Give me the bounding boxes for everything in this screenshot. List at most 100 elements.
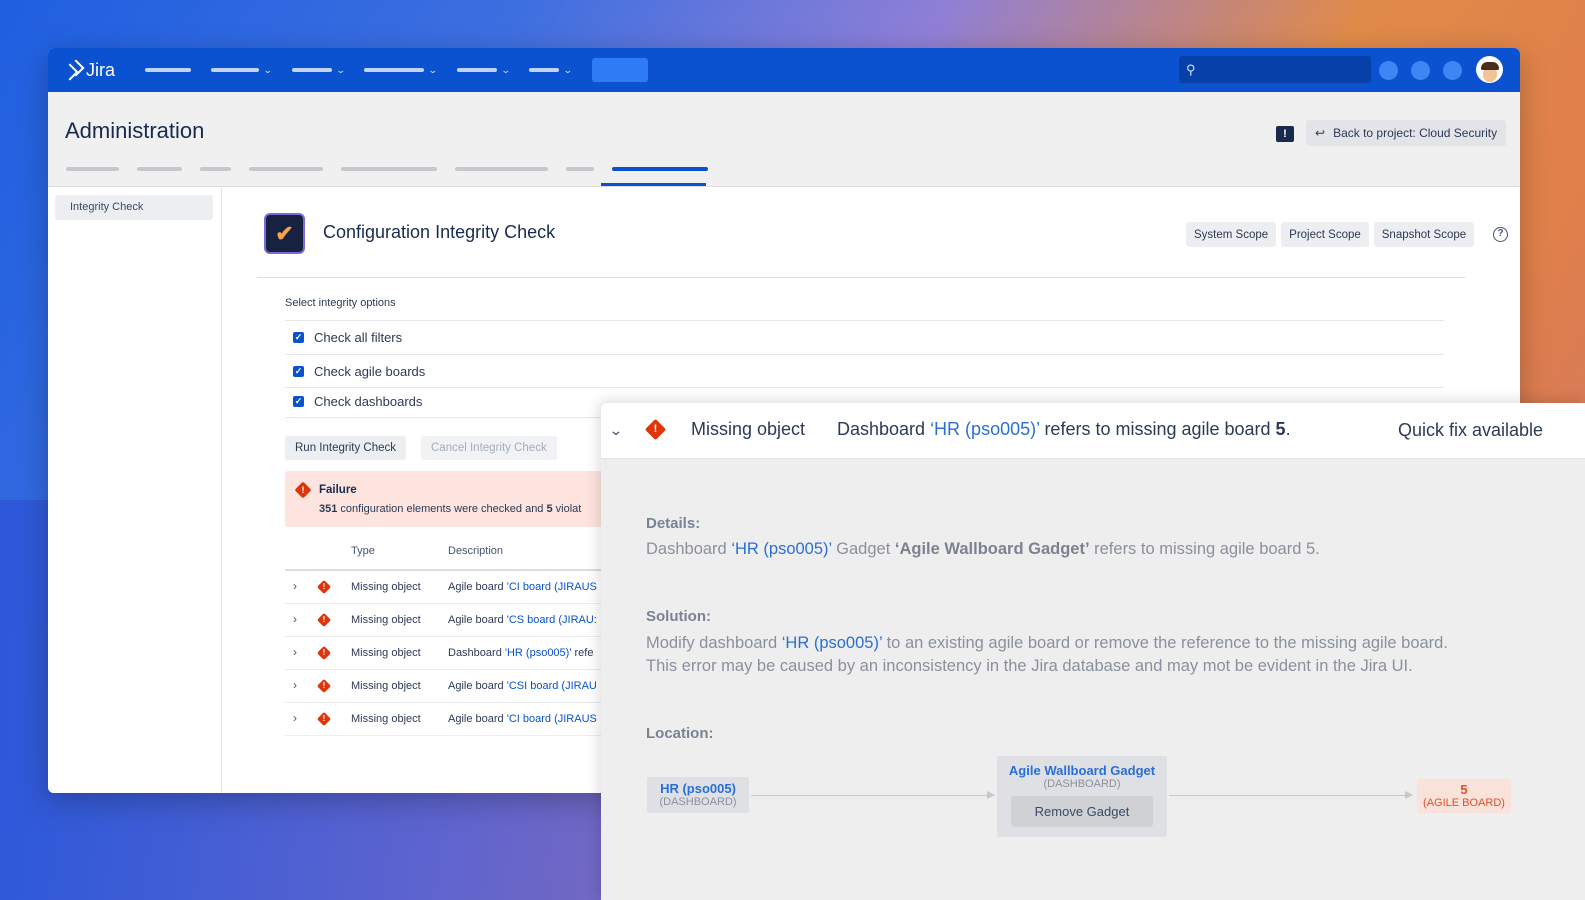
tab-placeholder[interactable]	[566, 167, 594, 171]
option-check-dashboards[interactable]: ✓ Check dashboards	[293, 394, 422, 409]
row-type: Missing object	[351, 581, 421, 593]
project-scope-button[interactable]: Project Scope	[1281, 222, 1369, 247]
sidebar-item-integrity-check[interactable]: Integrity Check	[55, 195, 213, 220]
checkbox-checked-icon[interactable]: ✓	[293, 332, 304, 343]
chevron-down-icon: ⌄	[335, 64, 346, 75]
row-link[interactable]: 'CSI board (JIRAU	[507, 680, 597, 692]
active-tab-underline	[601, 183, 706, 186]
page-title: Administration	[65, 118, 205, 143]
back-button-label: Back to project: Cloud Security	[1333, 126, 1498, 140]
chevron-down-icon[interactable]: ⌄	[609, 422, 623, 439]
issue-detail-panel: ⌄ ! Missing object Dashboard ‘HR (pso005…	[601, 403, 1585, 900]
dashboard-link[interactable]: ‘HR (pso005)’	[782, 634, 882, 652]
row-type: Missing object	[351, 680, 421, 692]
dashboard-link[interactable]: ‘HR (pso005)’	[930, 419, 1039, 439]
back-arrow-icon: ↩	[1315, 126, 1326, 140]
checkbox-checked-icon[interactable]: ✓	[293, 396, 304, 407]
search-input[interactable]: ⚲	[1179, 56, 1371, 83]
settings-icon[interactable]	[1443, 61, 1462, 80]
feedback-icon[interactable]: !	[1276, 126, 1294, 142]
jira-logo[interactable]: Jira	[64, 60, 115, 81]
target-name: 5	[1460, 782, 1468, 797]
nav-item-dropdown[interactable]: ⌄	[364, 65, 438, 76]
options-label: Select integrity options	[285, 297, 396, 309]
sidebar: Integrity Check	[48, 187, 222, 793]
table-row[interactable]: › ! Missing object Agile board 'CS board…	[285, 604, 615, 637]
row-description: Agile board 'CI board (JIRAUS	[448, 581, 597, 593]
help-nav-icon[interactable]	[1411, 61, 1430, 80]
nav-item-dropdown[interactable]: ⌄	[456, 65, 510, 76]
chevron-right-icon[interactable]: ›	[293, 645, 297, 659]
location-target[interactable]: 5 (AGILE BOARD)	[1417, 779, 1511, 813]
quick-fix-label[interactable]: Quick fix available	[1398, 420, 1543, 441]
option-check-filters[interactable]: ✓ Check all filters	[293, 330, 402, 345]
table-row[interactable]: › ! Missing object Agile board 'CSI boar…	[285, 670, 615, 703]
nav-item-dropdown[interactable]: ⌄	[291, 64, 346, 76]
back-to-project-button[interactable]: ↩ Back to project: Cloud Security	[1306, 120, 1507, 146]
error-icon: !	[316, 711, 332, 727]
tab-placeholder[interactable]	[66, 167, 119, 171]
gadget-type: (DASHBOARD)	[1043, 778, 1121, 790]
help-icon[interactable]: ?	[1493, 227, 1508, 242]
source-name: HR (pso005)	[660, 781, 736, 796]
chevron-down-icon: ⌄	[262, 64, 273, 75]
row-link[interactable]: 'CS board (JIRAU:	[507, 614, 597, 626]
error-icon: !	[316, 612, 332, 628]
avatar-face-icon	[1480, 61, 1499, 82]
nav-item-dropdown[interactable]: ⌄	[211, 64, 273, 76]
nav-menu: ⌄ ⌄ ⌄ ⌄ ⌄	[145, 58, 648, 82]
row-type: Missing object	[351, 614, 421, 626]
error-icon: !	[644, 418, 667, 441]
chevron-right-icon[interactable]: ›	[293, 612, 297, 626]
failure-title: Failure	[319, 484, 357, 496]
row-description: Agile board 'CI board (JIRAUS	[448, 713, 597, 725]
remove-gadget-button[interactable]: Remove Gadget	[1011, 796, 1153, 827]
notifications-icon[interactable]	[1379, 61, 1398, 80]
table-row[interactable]: › ! Missing object Dashboard 'HR (pso005…	[285, 637, 615, 670]
cancel-integrity-check-button[interactable]: Cancel Integrity Check	[421, 436, 557, 460]
issue-type: Missing object	[691, 419, 806, 439]
location-arrow	[751, 791, 995, 799]
tab-placeholder[interactable]	[455, 167, 548, 171]
checkbox-checked-icon[interactable]: ✓	[293, 366, 304, 377]
error-icon: !	[316, 678, 332, 694]
issue-description: Dashboard ‘HR (pso005)’ refers to missin…	[837, 419, 1291, 439]
error-icon: !	[294, 481, 312, 499]
option-label: Check all filters	[314, 330, 403, 345]
error-icon: !	[316, 645, 332, 661]
tab-active[interactable]	[612, 167, 708, 171]
create-button[interactable]	[591, 58, 648, 82]
row-link[interactable]: 'CI board (JIRAUS	[507, 581, 597, 593]
location-gadget: Agile Wallboard Gadget (DASHBOARD) Remov…	[997, 756, 1167, 837]
row-link[interactable]: 'CI board (JIRAUS	[507, 713, 597, 725]
avatar[interactable]	[1476, 56, 1503, 83]
issue-detail-header[interactable]: ⌄ ! Missing object Dashboard ‘HR (pso005…	[601, 403, 1585, 459]
option-check-agile-boards[interactable]: ✓ Check agile boards	[293, 364, 425, 379]
divider	[285, 354, 1444, 355]
system-scope-button[interactable]: System Scope	[1186, 222, 1277, 247]
tab-placeholder[interactable]	[341, 167, 437, 171]
option-label: Check dashboards	[314, 394, 423, 409]
target-type: (AGILE BOARD)	[1423, 797, 1505, 809]
location-source[interactable]: HR (pso005) (DASHBOARD)	[647, 777, 749, 813]
table-row[interactable]: › ! Missing object Agile board 'CI board…	[285, 703, 615, 736]
chevron-right-icon[interactable]: ›	[293, 579, 297, 593]
search-icon: ⚲	[1186, 61, 1196, 77]
tab-placeholder[interactable]	[249, 167, 323, 171]
row-link[interactable]: 'HR (pso005)'	[505, 647, 572, 659]
app-name: Jira	[86, 59, 116, 80]
tab-placeholder[interactable]	[137, 167, 182, 171]
error-icon: !	[316, 579, 332, 595]
nav-item-dropdown[interactable]: ⌄	[529, 65, 573, 76]
chevron-right-icon[interactable]: ›	[293, 711, 297, 725]
snapshot-scope-button[interactable]: Snapshot Scope	[1373, 222, 1475, 247]
dashboard-link[interactable]: ‘HR (pso005)’	[731, 540, 831, 558]
nav-item-placeholder[interactable]	[145, 68, 192, 72]
table-row[interactable]: › ! Missing object Agile board 'CI board…	[285, 571, 615, 604]
run-integrity-check-button[interactable]: Run Integrity Check	[285, 436, 406, 460]
divider	[285, 320, 1444, 321]
tab-placeholder[interactable]	[200, 167, 231, 171]
row-type: Missing object	[351, 713, 421, 725]
row-description: Agile board 'CS board (JIRAU:	[448, 614, 597, 626]
chevron-right-icon[interactable]: ›	[293, 678, 297, 692]
